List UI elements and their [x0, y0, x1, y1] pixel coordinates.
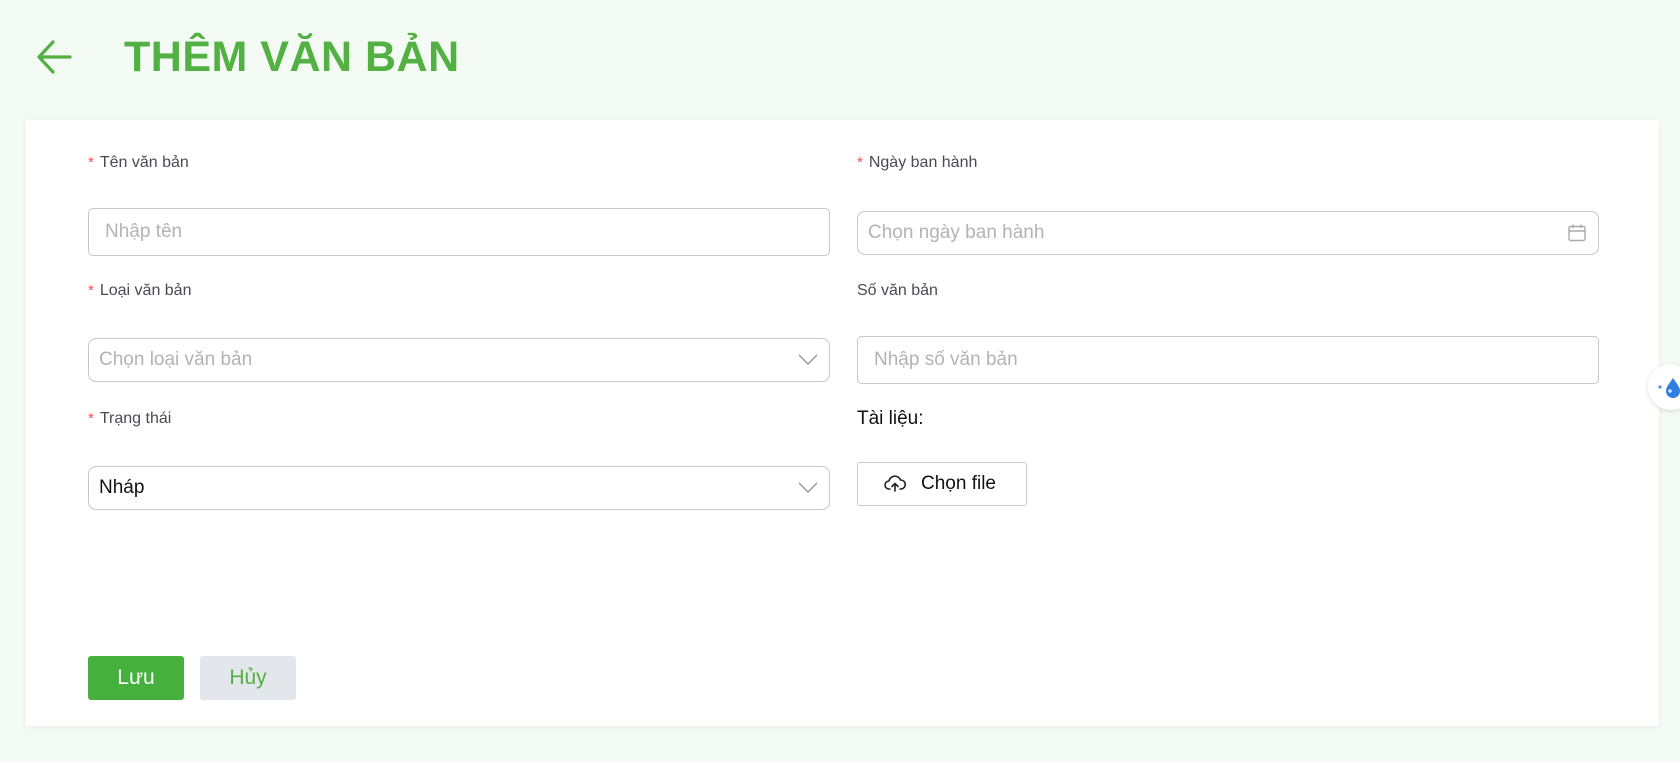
page-title: THÊM VĂN BẢN	[124, 32, 460, 81]
status-select[interactable]: Nháp	[88, 466, 830, 510]
save-button[interactable]: Lưu	[88, 656, 184, 700]
doc-type-placeholder: Chọn loại văn bản	[99, 349, 253, 370]
issue-date-picker[interactable]: Chọn ngày ban hành	[857, 211, 1599, 255]
arrow-left-icon	[37, 40, 72, 74]
required-mark: *	[88, 282, 94, 299]
water-drop-icon	[1658, 378, 1680, 398]
status-field: * Trạng thái Nháp	[88, 410, 830, 510]
name-field: * Tên văn bản Nhập tên	[88, 154, 830, 264]
status-label-text: Trạng thái	[99, 410, 172, 427]
status-value: Nháp	[99, 477, 145, 498]
cancel-button[interactable]: Hủy	[200, 656, 296, 700]
required-mark: *	[88, 410, 94, 427]
attachment-label: Tài liệu:	[857, 408, 924, 429]
choose-file-button[interactable]: Chọn file	[857, 462, 1027, 506]
required-mark: *	[88, 154, 94, 171]
name-label-text: Tên văn bản	[99, 154, 189, 171]
calendar-icon[interactable]	[1566, 222, 1588, 244]
doc-type-label: * Loại văn bản	[88, 282, 191, 300]
choose-file-label: Chọn file	[921, 473, 996, 494]
doc-number-placeholder: Nhập số văn bản	[874, 349, 1018, 370]
issue-date-placeholder: Chọn ngày ban hành	[868, 222, 1045, 243]
form-card: * Tên văn bản Nhập tên * Ngày ban hành Chọ…	[26, 120, 1659, 726]
issue-date-label-text: Ngày ban hành	[868, 154, 978, 171]
attachment-field: Tài liệu: Chọn file	[857, 408, 1599, 508]
issue-date-label: * Ngày ban hành	[857, 154, 977, 172]
doc-type-label-text: Loại văn bản	[99, 282, 192, 299]
status-label: * Trạng thái	[88, 410, 171, 428]
doc-number-label: Số văn bản	[857, 282, 938, 299]
back-button[interactable]	[30, 33, 78, 81]
name-placeholder: Nhập tên	[105, 221, 183, 242]
required-mark: *	[857, 154, 863, 171]
issue-date-field: * Ngày ban hành Chọn ngày ban hành	[857, 154, 1599, 264]
page-header: THÊM VĂN BẢN	[30, 30, 460, 84]
doc-type-field: * Loại văn bản Chọn loại văn bản	[88, 282, 830, 382]
doc-number-input[interactable]: Nhập số văn bản	[857, 336, 1599, 384]
doc-number-field: Số văn bản Nhập số văn bản	[857, 282, 1599, 384]
chevron-down-icon	[797, 349, 819, 371]
name-input[interactable]: Nhập tên	[88, 208, 830, 256]
cloud-upload-icon	[884, 473, 906, 495]
doc-type-select[interactable]: Chọn loại văn bản	[88, 338, 830, 382]
chevron-down-icon	[797, 477, 819, 499]
page: THÊM VĂN BẢN * Tên văn bản Nhập tên * Ngày…	[0, 0, 1680, 762]
name-label: * Tên văn bản	[88, 154, 189, 172]
